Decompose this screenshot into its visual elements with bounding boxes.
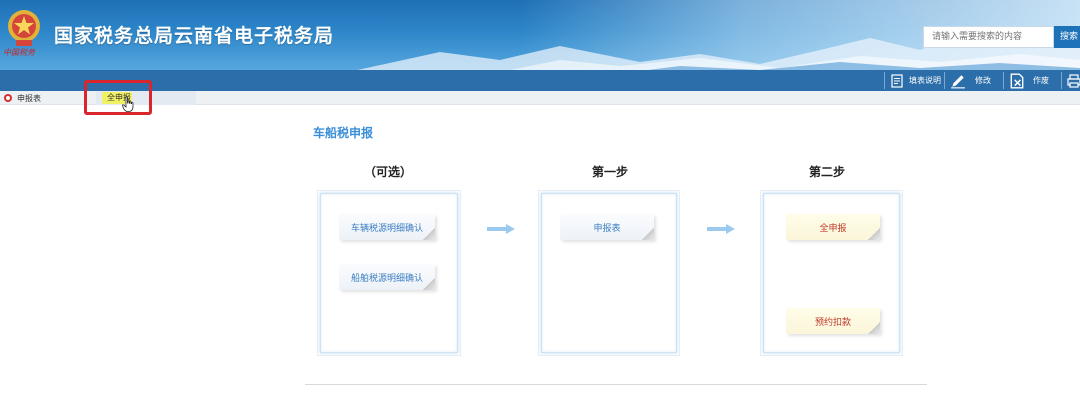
vehicle-tax-source-confirm-button[interactable]: 车辆税源明细确认 xyxy=(339,214,435,240)
toolbar-separator xyxy=(1003,72,1004,89)
toolbar-separator xyxy=(1061,72,1062,89)
content-divider xyxy=(305,384,927,385)
site-title: 国家税务总局云南省电子税务局 xyxy=(54,25,335,47)
edit-pencil-icon xyxy=(951,74,965,88)
button-label: 预约扣款 xyxy=(814,317,851,328)
header-banner: 中国税务 国家税务总局云南省电子税务局 搜索 xyxy=(0,0,1080,70)
tab-label: 申报表 xyxy=(17,93,41,103)
button-label: 船舶税源明细确认 xyxy=(350,273,423,284)
annotation-highlight-box xyxy=(84,80,152,115)
full-declaration-button[interactable]: 全申报 xyxy=(786,214,880,240)
panel-step-one: 申报表 xyxy=(538,190,680,356)
toolbar-edit-button[interactable]: 修改 xyxy=(949,70,991,91)
document-icon xyxy=(891,73,903,88)
button-label: 申报表 xyxy=(593,223,621,234)
page-root: 中国税务 国家税务总局云南省电子税务局 搜索 填表说明 修改 xyxy=(0,0,1080,407)
action-toolbar: 填表说明 修改 作废 xyxy=(0,70,1080,91)
print-icon xyxy=(1067,73,1080,88)
button-label: 全申报 xyxy=(819,223,847,234)
arrow-right-icon xyxy=(487,224,515,234)
tab-strip: 申报表 全申报 xyxy=(0,91,1080,105)
column-title-step-one: 第一步 xyxy=(591,165,628,179)
toolbar-fill-instructions-button[interactable]: 填表说明 xyxy=(890,70,941,91)
toolbar-print-button[interactable] xyxy=(1067,70,1080,91)
column-title-step-two: 第二步 xyxy=(808,165,845,179)
logo-text: 中国税务 xyxy=(3,48,35,57)
void-document-icon xyxy=(1010,72,1024,89)
tab-declaration-form[interactable]: 申报表 xyxy=(0,91,41,105)
search-input[interactable] xyxy=(923,26,1054,48)
search-button[interactable]: 搜索 xyxy=(1054,26,1080,48)
toolbar-item-label: 修改 xyxy=(975,76,991,85)
page-heading: 车船税申报 xyxy=(313,126,374,140)
panel-step-two: 全申报 预约扣款 xyxy=(760,190,903,356)
column-title-optional: （可选） xyxy=(363,165,412,179)
scheduled-deduction-button[interactable]: 预约扣款 xyxy=(786,308,880,334)
close-circle-icon[interactable] xyxy=(4,94,12,102)
panel-optional: 车辆税源明细确认 船舶税源明细确认 xyxy=(317,190,461,356)
hand-cursor-icon xyxy=(122,96,134,112)
declaration-form-button[interactable]: 申报表 xyxy=(560,214,654,240)
toolbar-void-button[interactable]: 作废 xyxy=(1009,70,1049,91)
toolbar-item-label: 填表说明 xyxy=(909,76,941,85)
button-label: 车辆税源明细确认 xyxy=(350,223,423,234)
arrow-right-icon xyxy=(707,224,735,234)
vessel-tax-source-confirm-button[interactable]: 船舶税源明细确认 xyxy=(339,264,435,290)
toolbar-separator xyxy=(944,72,945,89)
toolbar-separator xyxy=(884,72,885,89)
toolbar-item-label: 作废 xyxy=(1033,76,1049,85)
